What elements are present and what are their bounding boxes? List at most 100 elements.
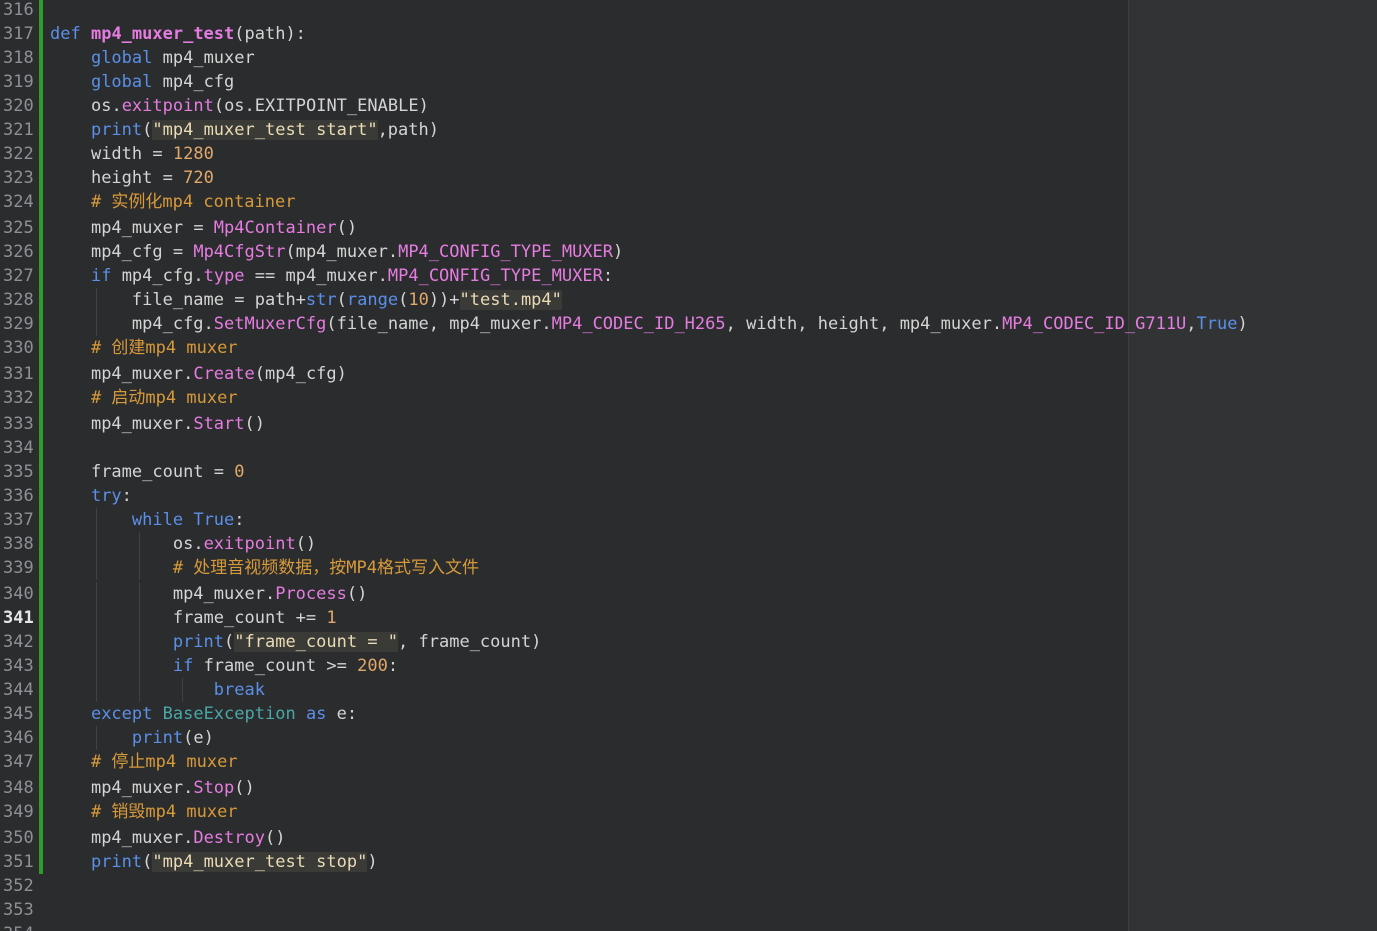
code-line[interactable]: 322 width = 1280 [0, 142, 1377, 166]
code-line[interactable]: 338 os.exitpoint() [0, 532, 1377, 556]
code-text[interactable]: try: [50, 484, 132, 508]
code-text[interactable]: frame_count += 1 [50, 606, 337, 630]
code-line[interactable]: 350 mp4_muxer.Destroy() [0, 826, 1377, 850]
code-line[interactable]: 330 # 创建mp4 muxer [0, 336, 1377, 360]
code-line[interactable]: 349 # 销毁mp4 muxer [0, 800, 1377, 824]
code-line[interactable]: 340 mp4_muxer.Process() [0, 582, 1377, 606]
code-line[interactable]: 323 height = 720 [0, 166, 1377, 190]
operator: >= [316, 656, 358, 676]
code-text[interactable]: # 实例化mp4 container [50, 190, 296, 214]
code-line[interactable]: 346 print(e) [0, 726, 1377, 750]
code-line[interactable]: 329 mp4_cfg.SetMuxerCfg(file_name, mp4_m… [0, 312, 1377, 336]
code-text[interactable]: global mp4_cfg [50, 70, 234, 94]
code-text[interactable]: mp4_cfg = Mp4CfgStr(mp4_muxer.MP4_CONFIG… [50, 240, 623, 264]
code-text[interactable]: print("mp4_muxer_test stop") [50, 850, 378, 874]
code-line[interactable]: 326 mp4_cfg = Mp4CfgStr(mp4_muxer.MP4_CO… [0, 240, 1377, 264]
number-literal: 0 [234, 462, 245, 482]
string-literal: "mp4_muxer_test stop" [152, 852, 368, 872]
code-text[interactable]: print("mp4_muxer_test start",path) [50, 118, 439, 142]
line-number: 345 [3, 704, 34, 724]
code-line[interactable]: 331 mp4_muxer.Create(mp4_cfg) [0, 362, 1377, 386]
code-line[interactable]: 333 mp4_muxer.Start() [0, 412, 1377, 436]
code-line[interactable]: 318 global mp4_muxer [0, 46, 1377, 70]
code-text[interactable]: mp4_muxer.Create(mp4_cfg) [50, 362, 347, 386]
builtin-print: print [90, 120, 143, 140]
code-text[interactable]: def mp4_muxer_test(path): [50, 22, 306, 46]
code-text[interactable]: if mp4_cfg.type == mp4_muxer.MP4_CONFIG_… [50, 264, 613, 288]
line-number: 339 [3, 558, 34, 578]
code-text[interactable]: height = 720 [50, 166, 214, 190]
code-line[interactable]: 324 # 实例化mp4 container [0, 190, 1377, 214]
code-line[interactable]: 317 def mp4_muxer_test(path): [0, 22, 1377, 46]
code-line[interactable]: 321 print("mp4_muxer_test start",path) [0, 118, 1377, 142]
code-line[interactable]: 347 # 停止mp4 muxer [0, 750, 1377, 774]
identifier: frame_count [203, 656, 317, 676]
code-line[interactable]: 342 print("frame_count = ", frame_count) [0, 630, 1377, 654]
code-text[interactable]: global mp4_muxer [50, 46, 255, 70]
code-text[interactable]: mp4_muxer.Process() [50, 582, 368, 606]
code-line[interactable]: 320 os.exitpoint(os.EXITPOINT_ENABLE) [0, 94, 1377, 118]
code-line[interactable]: 319 global mp4_cfg [0, 70, 1377, 94]
code-line[interactable]: 352 [0, 874, 1377, 898]
code-line[interactable]: 334 [0, 436, 1377, 460]
constant: MP4_CODEC_ID_G711U [1002, 314, 1187, 334]
code-editor[interactable]: 316 317 def mp4_muxer_test(path): 318 gl… [0, 0, 1377, 931]
code-text[interactable]: mp4_muxer.Destroy() [50, 826, 286, 850]
keyword-try: try [90, 486, 122, 506]
code-text[interactable]: mp4_muxer = Mp4Container() [50, 216, 357, 240]
comment: # 停止mp4 muxer [90, 752, 238, 772]
code-text[interactable]: print(e) [50, 726, 214, 750]
code-line[interactable]: 337 while True: [0, 508, 1377, 532]
code-line[interactable]: 348 mp4_muxer.Stop() [0, 776, 1377, 800]
line-number: 346 [3, 728, 34, 748]
code-text[interactable]: os.exitpoint(os.EXITPOINT_ENABLE) [50, 94, 429, 118]
code-text[interactable]: print("frame_count = ", frame_count) [50, 630, 541, 654]
code-text[interactable]: # 启动mp4 muxer [50, 386, 238, 410]
keyword-if: if [172, 656, 194, 676]
code-text[interactable]: os.exitpoint() [50, 532, 316, 556]
code-line[interactable]: 335 frame_count = 0 [0, 460, 1377, 484]
code-line[interactable]: 332 # 启动mp4 muxer [0, 386, 1377, 410]
code-text[interactable]: file_name = path+str(range(10))+"test.mp… [50, 288, 562, 312]
code-line[interactable]: 344 break [0, 678, 1377, 702]
code-line[interactable]: 327 if mp4_cfg.type == mp4_muxer.MP4_CON… [0, 264, 1377, 288]
code-line[interactable]: 345 except BaseException as e: [0, 702, 1377, 726]
code-text[interactable]: frame_count = 0 [50, 460, 245, 484]
code-line[interactable]: 325 mp4_muxer = Mp4Container() [0, 216, 1377, 240]
builtin-print: print [90, 852, 143, 872]
code-text[interactable]: width = 1280 [50, 142, 214, 166]
number-literal: 1 [326, 608, 337, 628]
code-text[interactable]: if frame_count >= 200: [50, 654, 398, 678]
code-line[interactable]: 316 [0, 0, 1377, 22]
code-line[interactable]: 343 if frame_count >= 200: [0, 654, 1377, 678]
line-number: 319 [3, 72, 34, 92]
code-text[interactable]: except BaseException as e: [50, 702, 357, 726]
line-number: 338 [3, 534, 34, 554]
operator: = [224, 290, 255, 310]
code-line[interactable]: 354 [0, 922, 1377, 931]
code-line[interactable]: 351 print("mp4_muxer_test stop") [0, 850, 1377, 874]
code-text[interactable]: mp4_muxer.Stop() [50, 776, 255, 800]
code-text[interactable]: mp4_cfg.SetMuxerCfg(file_name, mp4_muxer… [50, 312, 1248, 336]
code-line-current[interactable]: 341 frame_count += 1 [0, 606, 1377, 630]
code-text[interactable]: break [50, 678, 265, 702]
identifier: os [172, 534, 194, 554]
keyword-global: global [90, 72, 153, 92]
code-text[interactable]: mp4_muxer.Start() [50, 412, 265, 436]
code-line[interactable]: 339 # 处理音视频数据，按MP4格式写入文件 [0, 556, 1377, 580]
code-line[interactable]: 353 [0, 898, 1377, 922]
line-number: 330 [3, 338, 34, 358]
code-text[interactable]: # 销毁mp4 muxer [50, 800, 238, 824]
identifier: mp4_muxer [90, 414, 184, 434]
code-text[interactable]: # 停止mp4 muxer [50, 750, 238, 774]
code-line[interactable]: 336 try: [0, 484, 1377, 508]
line-number: 334 [3, 438, 34, 458]
function-name: mp4_muxer_test [90, 24, 235, 44]
code-text[interactable]: while True: [50, 508, 245, 532]
line-number: 328 [3, 290, 34, 310]
line-number: 318 [3, 48, 34, 68]
code-line[interactable]: 328 file_name = path+str(range(10))+"tes… [0, 288, 1377, 312]
code-text[interactable]: # 处理音视频数据，按MP4格式写入文件 [50, 556, 479, 580]
code-text[interactable]: # 创建mp4 muxer [50, 336, 238, 360]
line-number: 343 [3, 656, 34, 676]
